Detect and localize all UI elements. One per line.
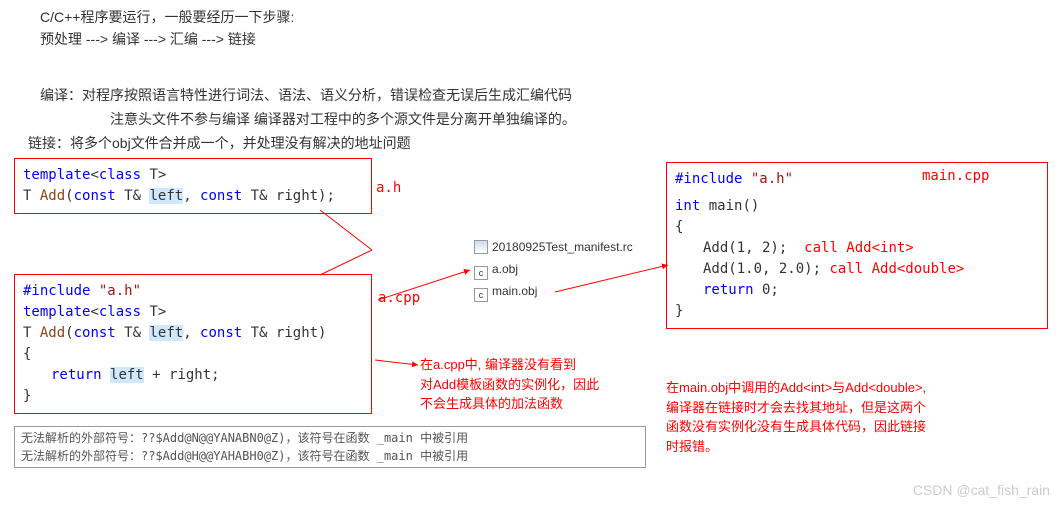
codebox-maincpp: #include "a.h" int main() { Add(1, 2); c… — [666, 162, 1048, 329]
error-line2: 无法解析的外部符号：??$Add@H@@YAHABH0@Z)，该符号在函数 _m… — [21, 447, 639, 465]
watermark: CSDN @cat_fish_rain — [913, 482, 1050, 498]
rc-icon — [474, 240, 488, 254]
intro-line3: 编译：对程序按照语言特性进行词法、语法、语义分析，错误检查无误后生成汇编代码 — [40, 84, 572, 106]
file-aobj: ca.obj — [474, 262, 518, 280]
label-ah: a.h — [376, 180, 401, 196]
comment-addint: call Add<int> — [804, 240, 914, 256]
kw-template: template — [23, 167, 90, 183]
obj-icon: c — [474, 266, 488, 280]
obj-icon: c — [474, 288, 488, 302]
file-manifest: 20180925Test_manifest.rc — [474, 240, 633, 254]
intro-line5: 链接：将多个obj文件合并成一个，并处理没有解决的地址问题 — [28, 132, 411, 154]
file-mainobj: cmain.obj — [474, 284, 537, 302]
fn-add: Add — [40, 188, 65, 204]
intro-line4: 注意头文件不参与编译 编译器对工程中的多个源文件是分离开单独编译的。 — [110, 108, 576, 130]
codebox-acpp: #include "a.h" template<class T> T Add(c… — [14, 274, 372, 414]
codebox-ah: template<class T> T Add(const T& left, c… — [14, 158, 372, 214]
label-acpp: a.cpp — [378, 290, 420, 306]
error-box: 无法解析的外部符号：??$Add@N@@YANABN0@Z)，该符号在函数 _m… — [14, 426, 646, 468]
error-line1: 无法解析的外部符号：??$Add@N@@YANABN0@Z)，该符号在函数 _m… — [21, 429, 639, 447]
intro-line2: 预处理 ---> 编译 ---> 汇编 ---> 链接 — [40, 28, 256, 50]
note-mainobj: 在main.obj中调用的Add<int>与Add<double>, 编译器在链… — [666, 378, 1056, 456]
comment-adddouble: call Add<double> — [829, 261, 964, 277]
intro-line1: C/C++程序要运行，一般要经历一下步骤: — [40, 6, 294, 28]
note-acpp: 在a.cpp中, 编译器没有看到 对Add模板函数的实例化，因此 不会生成具体的… — [420, 355, 640, 414]
label-maincpp: main.cpp — [922, 168, 989, 184]
